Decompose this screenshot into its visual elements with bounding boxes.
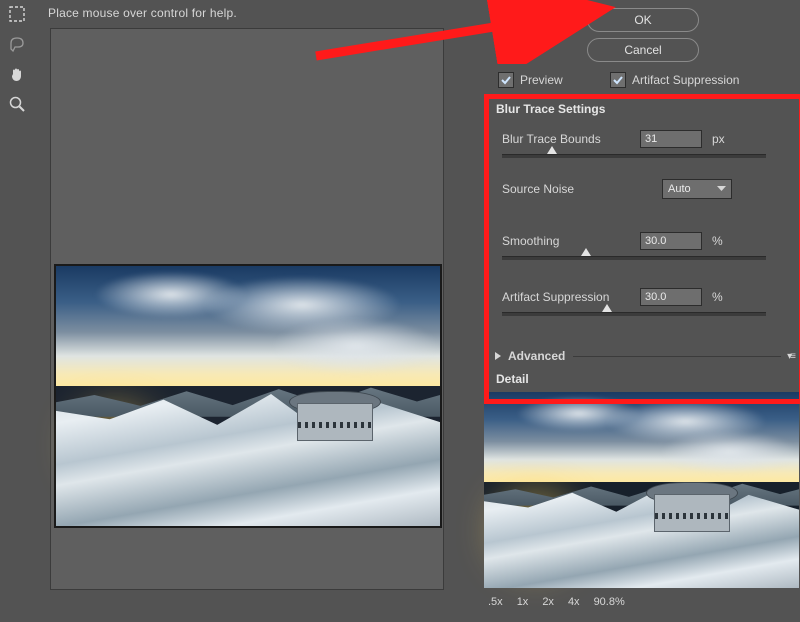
artifact-suppression-unit: % <box>712 290 723 304</box>
smoothing-unit: % <box>712 234 723 248</box>
checkmark-icon <box>498 72 514 88</box>
slider-thumb-icon[interactable] <box>581 248 591 256</box>
source-noise-row: Source Noise Auto <box>502 178 792 200</box>
blur-trace-bounds-slider[interactable] <box>502 154 766 158</box>
panel-menu-icon[interactable]: ▾≡ <box>787 351 794 362</box>
artifact-suppression-slider[interactable] <box>502 312 766 316</box>
zoom-4x[interactable]: 4x <box>568 596 580 608</box>
help-hint: Place mouse over control for help. <box>48 6 237 20</box>
preview-checkbox-label: Preview <box>520 73 563 87</box>
zoom-2x[interactable]: 2x <box>542 596 554 608</box>
artifact-suppression-input[interactable] <box>640 288 702 306</box>
smoothing-label: Smoothing <box>502 234 640 248</box>
zoom-tool[interactable] <box>5 92 29 116</box>
settings-panel: OK Cancel Preview Artifact Suppression B… <box>484 0 800 622</box>
blur-trace-bounds-row: Blur Trace Bounds px <box>502 128 792 150</box>
smoothing-input[interactable] <box>640 232 702 250</box>
advanced-label: Advanced <box>508 349 565 363</box>
detail-title: Detail <box>496 372 529 386</box>
divider <box>573 356 781 357</box>
blur-trace-bounds-unit: px <box>712 132 725 146</box>
app-window: Place mouse over control for help. OK Ca… <box>0 0 800 622</box>
smoothing-slider[interactable] <box>502 256 766 260</box>
zoom-bar: .5x 1x 2x 4x 90.8% <box>488 592 800 612</box>
hand-tool[interactable] <box>5 62 29 86</box>
artifact-suppression-checkbox-label: Artifact Suppression <box>632 73 739 87</box>
cancel-button[interactable]: Cancel <box>587 38 699 62</box>
artifact-suppression-checkbox[interactable]: Artifact Suppression <box>610 72 739 88</box>
slider-thumb-icon[interactable] <box>602 304 612 312</box>
main-preview-image[interactable] <box>54 264 442 528</box>
source-noise-select[interactable]: Auto <box>662 179 732 199</box>
smoothing-row: Smoothing % <box>502 230 792 252</box>
zoom-1x[interactable]: 1x <box>517 596 529 608</box>
zoom-0-5x[interactable]: .5x <box>488 596 503 608</box>
magnifier-icon <box>8 95 26 113</box>
marquee-icon <box>8 5 26 23</box>
blur-trace-settings-title: Blur Trace Settings <box>496 102 605 116</box>
lasso-tool[interactable] <box>5 32 29 56</box>
blur-trace-bounds-label: Blur Trace Bounds <box>502 132 640 146</box>
hand-icon <box>8 65 26 83</box>
marquee-tool[interactable] <box>5 2 29 26</box>
slider-thumb-icon[interactable] <box>547 146 557 154</box>
lasso-icon <box>8 35 26 53</box>
triangle-right-icon <box>494 351 502 361</box>
zoom-current: 90.8% <box>594 596 625 608</box>
checkmark-icon <box>610 72 626 88</box>
source-noise-value: Auto <box>668 183 691 195</box>
detail-preview-image[interactable] <box>484 392 799 588</box>
advanced-toggle[interactable]: Advanced ▾≡ <box>494 346 794 366</box>
artifact-suppression-label: Artifact Suppression <box>502 290 640 304</box>
chevron-down-icon <box>717 186 726 192</box>
source-noise-label: Source Noise <box>502 182 662 196</box>
artifact-suppression-row: Artifact Suppression % <box>502 286 792 308</box>
tool-strip <box>2 0 32 622</box>
ok-button[interactable]: OK <box>587 8 699 32</box>
preview-checkbox[interactable]: Preview <box>498 72 563 88</box>
blur-trace-bounds-input[interactable] <box>640 130 702 148</box>
